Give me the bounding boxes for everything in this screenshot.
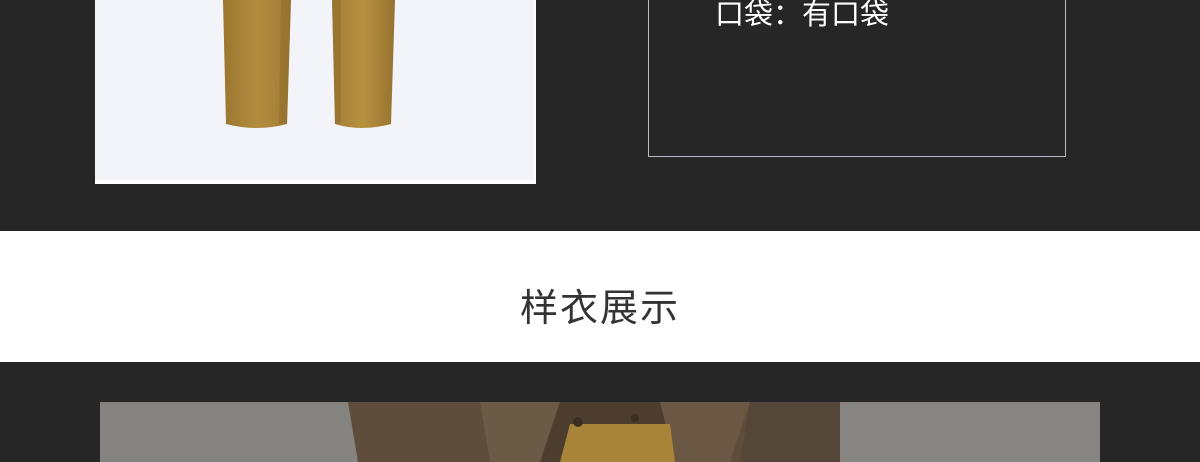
image-bottom-edge bbox=[95, 180, 536, 184]
product-info-band: 口袋：有口袋 bbox=[0, 0, 1200, 231]
pants-right-leg bbox=[332, 0, 395, 128]
spec-pocket: 口袋：有口袋 bbox=[715, 0, 890, 31]
pants-illustration bbox=[223, 0, 395, 128]
sample-garment-image bbox=[100, 402, 1100, 462]
product-image-pants bbox=[95, 0, 536, 184]
section-title: 样衣展示 bbox=[519, 286, 680, 330]
sample-display-band bbox=[0, 362, 1200, 462]
coat-illustration bbox=[100, 402, 1100, 462]
section-header-band: 样衣展示 bbox=[0, 231, 1200, 362]
spec-panel: 口袋：有口袋 bbox=[648, 0, 1066, 157]
